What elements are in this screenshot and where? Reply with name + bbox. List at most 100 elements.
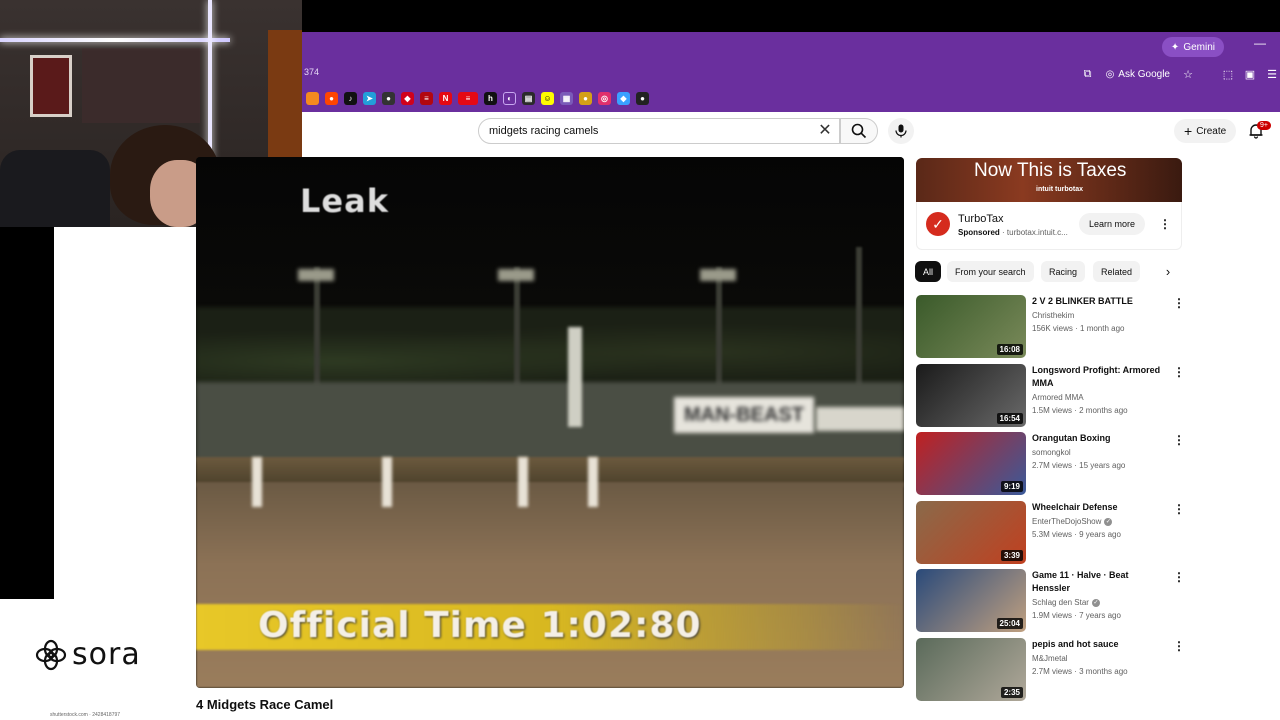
instagram-icon[interactable]: ◎	[598, 91, 611, 105]
extensions-icon[interactable]: ⬚	[1220, 66, 1236, 82]
channel-name: Schlag den Star	[1032, 598, 1089, 607]
sora-brand: sora	[72, 637, 141, 672]
bookmark-icon[interactable]	[306, 91, 319, 105]
ad-domain: turbotax.intuit.c...	[1006, 228, 1068, 237]
video-duration: 25:04	[996, 618, 1023, 629]
chip-from-your-search[interactable]: From your search	[947, 261, 1034, 282]
bookmark-icon[interactable]: ◆	[617, 91, 630, 105]
plus-icon: +	[1184, 123, 1193, 139]
video-thumbnail[interactable]: 16:54	[916, 364, 1026, 427]
video-thumbnail[interactable]: 25:04	[916, 569, 1026, 632]
related-channel[interactable]: Armored MMA	[1032, 393, 1084, 402]
create-button[interactable]: + Create	[1174, 119, 1237, 143]
related-channel[interactable]: EnterTheDojoShow ✓	[1032, 517, 1113, 526]
chip-all[interactable]: All	[915, 261, 942, 282]
tiktok-icon[interactable]: ♪	[344, 91, 357, 105]
sparkle-icon: ✦	[1170, 41, 1180, 53]
bookmark-icon[interactable]: ▦	[560, 91, 573, 105]
microphone-icon	[895, 124, 907, 138]
sidepanel-icon[interactable]: ▣	[1242, 66, 1258, 82]
related-title[interactable]: Longsword Profight: Armored MMA	[1032, 364, 1166, 390]
more-options-icon[interactable]: ⋮	[1173, 295, 1185, 311]
related-video[interactable]: 2:35 pepis and hot sauce M&Jmetal 2.7M v…	[916, 638, 1186, 702]
search-value: midgets racing camels	[489, 125, 599, 137]
video-thumbnail[interactable]: 2:35	[916, 638, 1026, 701]
video-official-time: Official Time 1:02:80	[258, 605, 702, 646]
related-video[interactable]: 16:54 Longsword Profight: Armored MMA Ar…	[916, 364, 1186, 428]
related-video[interactable]: 3:39 Wheelchair Defense EnterTheDojoShow…	[916, 501, 1186, 565]
minimize-button[interactable]: —	[1254, 36, 1266, 50]
video-thumbnail[interactable]: 16:08	[916, 295, 1026, 358]
more-options-icon[interactable]: ⋮	[1173, 501, 1185, 517]
related-video[interactable]: 25:04 Game 11 · Halve · Beat Henssler Sc…	[916, 569, 1186, 633]
bookmark-icon[interactable]: ≡	[420, 91, 433, 105]
bookmark-icon[interactable]: h	[484, 91, 497, 105]
chevron-right-icon[interactable]: ›	[1160, 263, 1176, 279]
poster	[30, 55, 72, 117]
reddit-icon[interactable]: ●	[325, 91, 338, 105]
star-icon[interactable]: ☆	[1180, 66, 1196, 82]
related-title[interactable]: Wheelchair Defense	[1032, 501, 1166, 514]
related-video[interactable]: 16:08 2 V 2 BLINKER BATTLE Christhekim 1…	[916, 295, 1186, 359]
ask-google-button[interactable]: ◎ Ask Google	[1102, 69, 1174, 80]
more-options-icon[interactable]: ⋮	[1173, 638, 1185, 654]
video-duration: 16:54	[996, 413, 1023, 424]
search-input[interactable]: midgets racing camels	[478, 118, 840, 144]
channel-name: EnterTheDojoShow	[1032, 517, 1102, 526]
bookmark-icon[interactable]: ●	[382, 91, 395, 105]
bookmark-icon[interactable]: ◐	[503, 91, 516, 105]
related-channel[interactable]: Schlag den Star ✓	[1032, 598, 1100, 607]
video-player[interactable]: MAN-BEAST Leak Official Time 1:02:80	[196, 157, 904, 688]
video-thumbnail[interactable]: 9:19	[916, 432, 1026, 495]
related-title[interactable]: 2 V 2 BLINKER BATTLE	[1032, 295, 1166, 308]
related-meta: 1.5M views · 2 months ago	[1032, 406, 1128, 415]
related-meta: 5.3M views · 9 years ago	[1032, 530, 1121, 539]
openai-knot-icon	[35, 639, 67, 670]
chip-racing[interactable]: Racing	[1041, 261, 1086, 282]
channel-name: M&Jmetal	[1032, 654, 1068, 663]
related-channel[interactable]: M&Jmetal	[1032, 654, 1068, 663]
more-options-icon[interactable]: ⋮	[1159, 216, 1171, 232]
bookmark-icon[interactable]: ●	[579, 91, 592, 105]
bookmark-icon[interactable]: ≡	[458, 91, 478, 105]
clear-search-icon[interactable]: ✕	[816, 121, 834, 139]
video-duration: 2:35	[1000, 687, 1023, 698]
cast-icon[interactable]: ⧉	[1080, 66, 1096, 82]
menu-icon[interactable]: ☰	[1264, 66, 1280, 82]
bookmark-icon[interactable]: ▤	[522, 91, 535, 105]
video-duration: 16:08	[996, 344, 1023, 355]
bookmark-icon[interactable]: ◆	[401, 91, 414, 105]
led-strip	[208, 0, 212, 160]
video-thumbnail[interactable]: 3:39	[916, 501, 1026, 564]
bookmarks-bar: ● ♪ ➤ ● ◆ ≡ N ≡ h ◐ ▤ ☺ ▦ ● ◎ ◆ ●	[300, 88, 1280, 108]
related-channel[interactable]: somongkol	[1032, 448, 1071, 457]
address-bar[interactable]: 374 ⧉ ◎ Ask Google ☆ ⬚ ▣ ☰	[300, 62, 1280, 86]
tab-row: ✦ Gemini —	[300, 32, 1280, 60]
related-title[interactable]: Game 11 · Halve · Beat Henssler	[1032, 569, 1166, 595]
telegram-icon[interactable]: ➤	[363, 91, 376, 105]
poster	[82, 48, 200, 123]
netflix-icon[interactable]: N	[439, 91, 452, 105]
sponsored-label: Sponsored	[958, 228, 1000, 237]
related-title[interactable]: Orangutan Boxing	[1032, 432, 1166, 445]
voice-search-button[interactable]	[888, 118, 914, 144]
learn-more-button[interactable]: Learn more	[1079, 213, 1146, 235]
more-options-icon[interactable]: ⋮	[1173, 569, 1185, 585]
more-options-icon[interactable]: ⋮	[1173, 432, 1185, 448]
video-letterbox	[0, 227, 54, 599]
related-video[interactable]: 9:19 Orangutan Boxing somongkol 2.7M vie…	[916, 432, 1186, 496]
channel-name: Christhekim	[1032, 311, 1075, 320]
ad-banner[interactable]: Now This is Taxes intuit turbotax	[916, 158, 1182, 202]
more-options-icon[interactable]: ⋮	[1173, 364, 1185, 380]
gemini-button[interactable]: ✦ Gemini	[1161, 37, 1224, 57]
related-channel[interactable]: Christhekim	[1032, 311, 1074, 320]
bookmark-icon[interactable]: ●	[636, 91, 649, 105]
related-title[interactable]: pepis and hot sauce	[1032, 638, 1166, 651]
create-label: Create	[1196, 125, 1227, 137]
turbotax-logo-icon: ✓	[926, 212, 950, 236]
video-duration: 3:39	[1000, 550, 1023, 561]
video-duration: 9:19	[1000, 481, 1023, 492]
search-button[interactable]	[840, 118, 878, 144]
snapchat-icon[interactable]: ☺	[541, 91, 554, 105]
chip-related[interactable]: Related	[1093, 261, 1141, 282]
